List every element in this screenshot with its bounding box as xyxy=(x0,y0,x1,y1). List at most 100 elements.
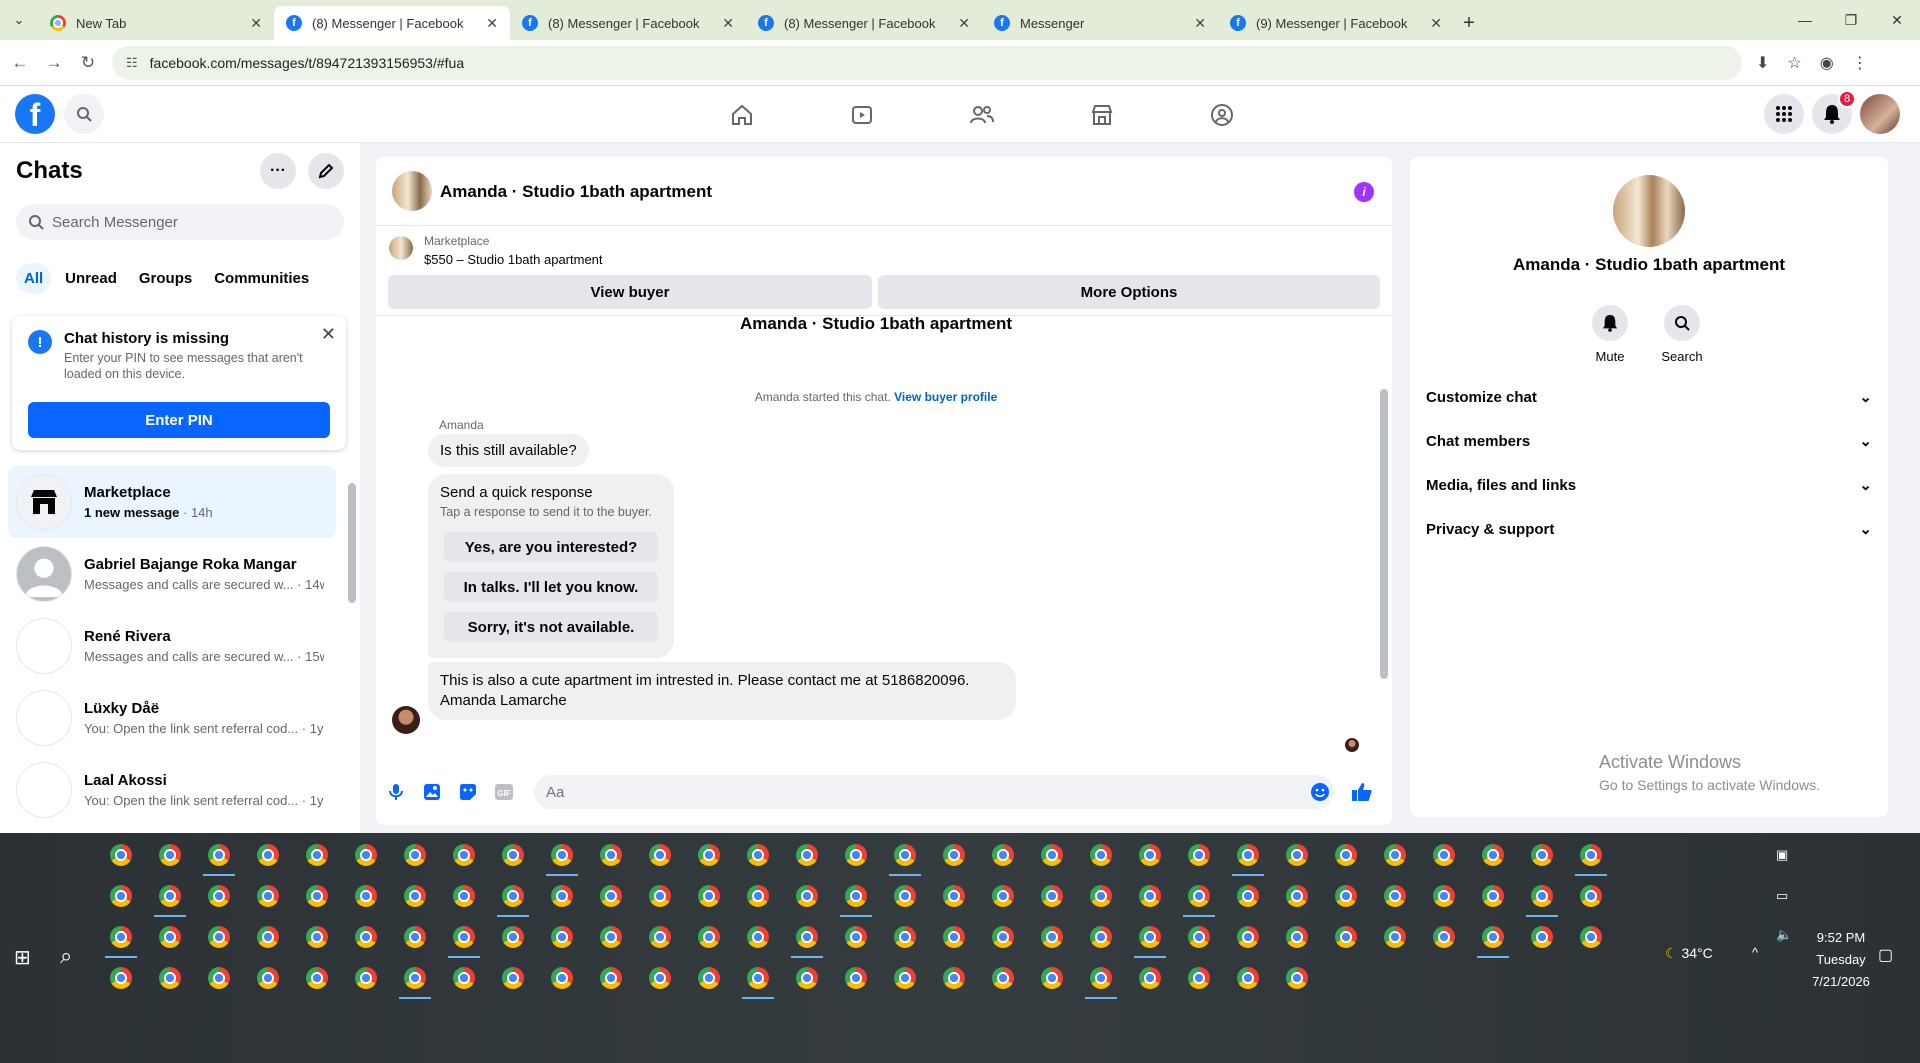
chrome-taskbar-icon[interactable] xyxy=(250,878,286,914)
more-options-button[interactable]: More Options xyxy=(878,275,1380,309)
info-icon[interactable]: i xyxy=(1354,182,1374,202)
chrome-taskbar-icon[interactable] xyxy=(789,878,825,914)
chrome-taskbar-icon[interactable] xyxy=(152,878,188,917)
chrome-taskbar-icon[interactable] xyxy=(201,837,237,876)
chrome-taskbar-icon[interactable] xyxy=(1083,960,1119,999)
chrome-taskbar-icon[interactable] xyxy=(1426,878,1462,914)
weather-widget[interactable]: ☾ 34°C xyxy=(1665,945,1713,962)
chrome-taskbar-icon[interactable] xyxy=(397,878,433,914)
chrome-taskbar-icon[interactable] xyxy=(887,878,923,914)
url-field[interactable]: ☷ facebook.com/messages/t/89472139315695… xyxy=(112,45,1742,80)
chrome-taskbar-icon[interactable] xyxy=(887,960,923,996)
tab-search-button[interactable]: ⌄ xyxy=(0,0,38,40)
chrome-taskbar-icon[interactable] xyxy=(1426,837,1462,873)
listing-avatar[interactable] xyxy=(392,171,432,211)
marketplace-listing-banner[interactable]: Marketplace $550 – Studio 1bath apartmen… xyxy=(376,226,1392,276)
chrome-taskbar-icon[interactable] xyxy=(936,919,972,955)
chrome-taskbar-icon[interactable] xyxy=(446,878,482,914)
chrome-taskbar-icon[interactable] xyxy=(691,837,727,873)
close-tab-icon[interactable]: ✕ xyxy=(722,15,734,32)
message-input[interactable] xyxy=(534,775,1334,809)
chrome-taskbar-icon[interactable] xyxy=(348,837,384,873)
chrome-taskbar-icon[interactable] xyxy=(1573,837,1609,876)
chrome-taskbar-icon[interactable] xyxy=(103,837,139,873)
tab-5[interactable]: f (9) Messenger | Facebook ✕ xyxy=(1218,6,1454,40)
close-window-icon[interactable]: ✕ xyxy=(1874,0,1920,40)
chrome-taskbar-icon[interactable] xyxy=(936,837,972,873)
filter-unread[interactable]: Unread xyxy=(57,263,125,294)
chrome-taskbar-icon[interactable] xyxy=(740,837,776,873)
new-message-icon[interactable] xyxy=(308,153,344,189)
new-tab-button[interactable]: + xyxy=(1454,6,1484,40)
thumbs-up-icon[interactable] xyxy=(1344,774,1380,810)
chrome-taskbar-icon[interactable] xyxy=(1181,960,1217,996)
sender-avatar[interactable] xyxy=(392,706,420,734)
chrome-taskbar-icon[interactable] xyxy=(985,960,1021,996)
chrome-taskbar-icon[interactable] xyxy=(348,919,384,955)
chrome-taskbar-icon[interactable] xyxy=(1132,878,1168,914)
chrome-taskbar-icon[interactable] xyxy=(299,878,335,914)
chrome-taskbar-icon[interactable] xyxy=(1279,919,1315,955)
chrome-taskbar-icon[interactable] xyxy=(936,960,972,996)
chrome-taskbar-icon[interactable] xyxy=(1377,837,1413,873)
menu-grid-icon[interactable] xyxy=(1764,94,1804,134)
quick-response-yes-button[interactable]: Yes, are you interested? xyxy=(444,532,658,562)
view-buyer-button[interactable]: View buyer xyxy=(388,275,872,309)
chrome-taskbar-icon[interactable] xyxy=(348,960,384,996)
chrome-taskbar-icon[interactable] xyxy=(985,919,1021,955)
chrome-taskbar-icon[interactable] xyxy=(887,837,923,876)
chrome-taskbar-icon[interactable] xyxy=(1181,919,1217,955)
chrome-taskbar-icon[interactable] xyxy=(1230,837,1266,876)
chrome-taskbar-icon[interactable] xyxy=(1034,878,1070,914)
chat-members-section[interactable]: Chat members ⌄ xyxy=(1426,419,1872,463)
chrome-taskbar-icon[interactable] xyxy=(1230,878,1266,914)
chrome-taskbar-icon[interactable] xyxy=(838,960,874,996)
search-in-chat-button[interactable]: Search xyxy=(1652,305,1712,364)
chrome-taskbar-icon[interactable] xyxy=(789,960,825,996)
chrome-taskbar-icon[interactable] xyxy=(1230,960,1266,996)
chrome-taskbar-icon[interactable] xyxy=(985,878,1021,914)
chrome-taskbar-icon[interactable] xyxy=(789,919,825,958)
close-tab-icon[interactable]: ✕ xyxy=(250,15,262,32)
chrome-taskbar-icon[interactable] xyxy=(691,919,727,955)
bookmark-star-icon[interactable]: ☆ xyxy=(1787,53,1801,73)
chrome-taskbar-icon[interactable] xyxy=(740,919,776,955)
chrome-taskbar-icon[interactable] xyxy=(495,837,531,873)
chrome-taskbar-icon[interactable] xyxy=(642,878,678,914)
restore-icon[interactable]: ❐ xyxy=(1828,0,1874,40)
forward-icon[interactable]: → xyxy=(40,53,68,73)
groups-icon[interactable] xyxy=(1162,86,1282,143)
chrome-taskbar-icon[interactable] xyxy=(299,919,335,955)
chrome-taskbar-icon[interactable] xyxy=(1475,919,1511,958)
chrome-taskbar-icon[interactable] xyxy=(544,878,580,914)
chrome-taskbar-icon[interactable] xyxy=(495,878,531,917)
chrome-taskbar-icon[interactable] xyxy=(446,837,482,873)
site-info-icon[interactable]: ☷ xyxy=(126,55,138,71)
chrome-taskbar-icon[interactable] xyxy=(152,919,188,955)
friends-icon[interactable] xyxy=(922,86,1042,143)
chrome-taskbar-icon[interactable] xyxy=(397,960,433,999)
chrome-taskbar-icon[interactable] xyxy=(1181,878,1217,917)
chrome-taskbar-icon[interactable] xyxy=(1426,919,1462,955)
chrome-taskbar-icon[interactable] xyxy=(397,837,433,873)
chrome-taskbar-icon[interactable] xyxy=(838,878,874,917)
chrome-taskbar-icon[interactable] xyxy=(691,960,727,996)
chrome-taskbar-icon[interactable] xyxy=(691,878,727,914)
chrome-taskbar-icon[interactable] xyxy=(1132,960,1168,996)
chrome-taskbar-icon[interactable] xyxy=(593,960,629,996)
back-icon[interactable]: ← xyxy=(6,53,34,73)
chrome-taskbar-icon[interactable] xyxy=(1377,919,1413,955)
customize-chat-section[interactable]: Customize chat ⌄ xyxy=(1426,375,1872,419)
mute-button[interactable]: Mute xyxy=(1580,305,1640,364)
account-avatar[interactable] xyxy=(1860,94,1900,134)
more-options-icon[interactable]: ··· xyxy=(260,153,296,189)
close-icon[interactable]: ✕ xyxy=(321,324,336,345)
chrome-taskbar-icon[interactable] xyxy=(1132,919,1168,958)
chrome-taskbar-icon[interactable] xyxy=(1475,878,1511,914)
chrome-taskbar-icon[interactable] xyxy=(1573,919,1609,955)
install-icon[interactable]: ⬇ xyxy=(1756,53,1769,73)
chrome-taskbar-icon[interactable] xyxy=(544,837,580,876)
chrome-taskbar-icon[interactable] xyxy=(985,837,1021,873)
chrome-taskbar-icon[interactable] xyxy=(1034,960,1070,996)
notification-center-icon[interactable]: ▢ xyxy=(1878,945,1893,965)
